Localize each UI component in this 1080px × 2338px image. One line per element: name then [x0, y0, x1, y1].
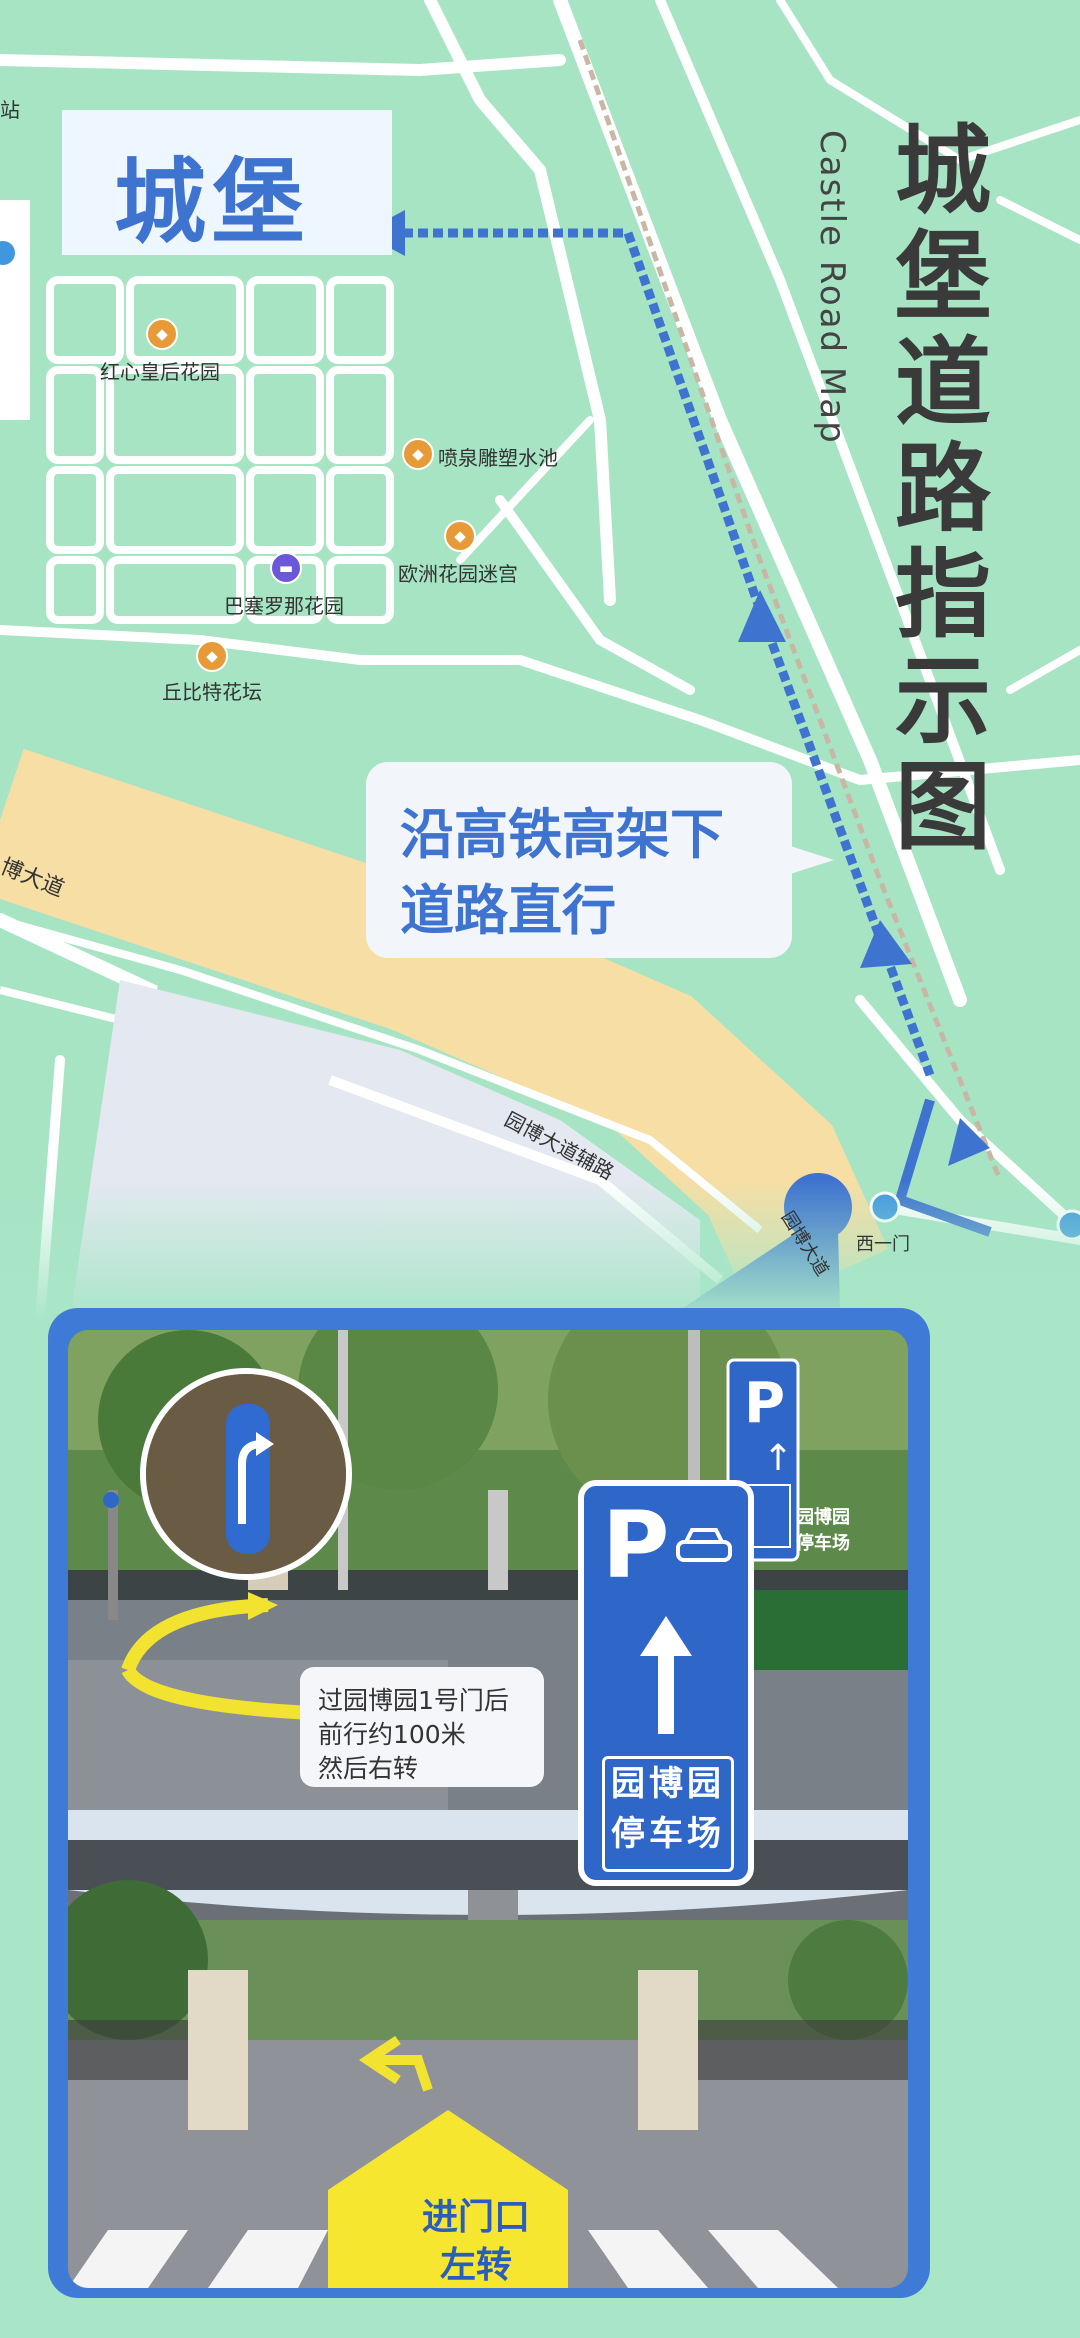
destination-label: 城堡: [114, 149, 311, 256]
poi-label[interactable]: 喷泉雕塑水池: [438, 442, 558, 471]
parking-sign-label: 园博园 停车场: [602, 1756, 734, 1872]
small-sign-line2: 停车场: [796, 1533, 850, 1554]
poi-label[interactable]: 红心皇后花园: [100, 356, 220, 385]
tip-line2: 前行约100米: [318, 1720, 466, 1749]
tip-line1: 过园博园1号门后: [318, 1686, 509, 1715]
parking-sign-line2: 停车场: [611, 1814, 725, 1854]
poi-label[interactable]: 欧洲花园迷宫: [398, 558, 518, 587]
enter-line2: 左转: [439, 2245, 512, 2286]
gate-label[interactable]: 西一门: [856, 1230, 910, 1256]
turn-tip-callout: 过园博园1号门后 前行约100米 然后右转: [300, 1667, 544, 1787]
map-area[interactable]: 站 城堡 Castle Road Map 城堡道路指示图 ◆ 红心皇后花园 ◆ …: [0, 0, 1080, 1320]
enter-turn-label: 进门口 左转: [356, 2188, 596, 2288]
scenic-icon[interactable]: ◆: [444, 520, 476, 552]
page-title: 城堡道路指示图: [895, 115, 991, 863]
hotel-icon[interactable]: ▬: [270, 552, 302, 584]
route-callout: 沿高铁高架下 道路直行: [366, 762, 792, 958]
up-arrow-icon: [640, 1616, 692, 1734]
parking-sign-inset: P 园博园 停车场: [578, 1480, 754, 1886]
sign-zoom-lens: [140, 1368, 352, 1580]
scenic-icon[interactable]: ◆: [196, 640, 228, 672]
scenic-icon[interactable]: ◆: [146, 318, 178, 350]
car-icon: [676, 1528, 732, 1562]
scenic-icon[interactable]: ◆: [402, 438, 434, 470]
svg-text:↑: ↑: [763, 1438, 793, 1479]
edge-station-label: 站: [0, 98, 20, 122]
route-callout-line2: 道路直行: [400, 879, 616, 942]
enter-line1: 进门口: [421, 2197, 530, 2238]
small-sign-line1: 园博园: [796, 1507, 850, 1528]
callout-pointer: [784, 844, 834, 876]
svg-text:P: P: [744, 1371, 785, 1436]
small-sign-text: 园博园 停车场: [796, 1505, 850, 1557]
poi-label[interactable]: 巴塞罗那花园: [224, 590, 344, 619]
route-callout-line1: 沿高铁高架下: [400, 803, 724, 866]
tip-line3: 然后右转: [318, 1754, 419, 1783]
parking-sign-letter: P: [602, 1492, 670, 1599]
zoom-sign-graphic: [146, 1374, 346, 1574]
destination-box[interactable]: 城堡: [62, 110, 392, 256]
poi-label[interactable]: 丘比特花坛: [162, 676, 262, 705]
subtitle-text: Castle Road Map: [812, 130, 852, 445]
parking-sign-line1: 园博园: [611, 1764, 725, 1804]
